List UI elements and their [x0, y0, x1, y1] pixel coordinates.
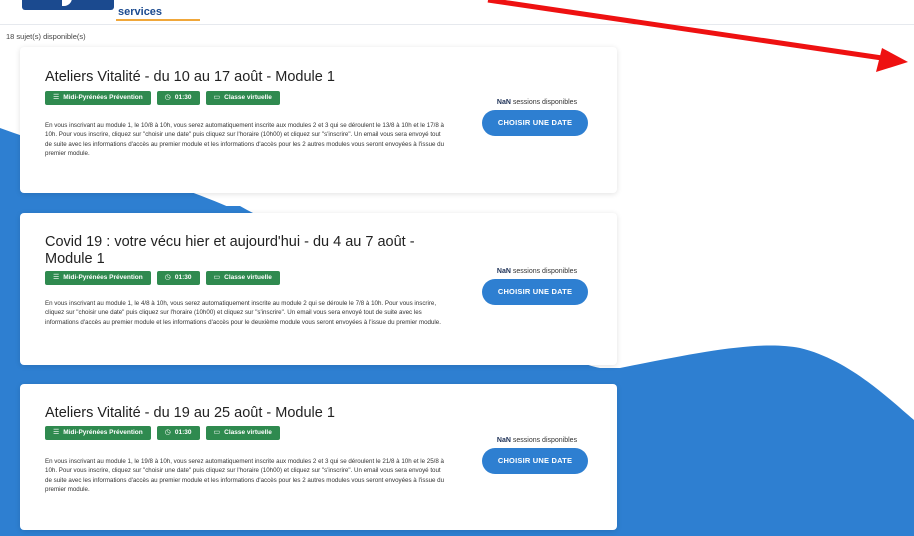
- subject-count: 18 sujet(s) disponible(s): [6, 32, 86, 41]
- clock-icon: ◷: [164, 429, 171, 436]
- choose-date-button[interactable]: CHOISIR UNE DATE: [482, 110, 588, 136]
- clock-icon: ◷: [164, 274, 171, 281]
- format-tag: ▭ Classe virtuelle: [205, 426, 280, 440]
- choose-date-button[interactable]: CHOISIR UNE DATE: [482, 279, 588, 305]
- course-description: En vous inscrivant au module 1, le 10/8 …: [45, 122, 445, 157]
- course-card: Covid 19 : votre vécu hier et aujourd'hu…: [20, 213, 617, 365]
- course-tags: ☰ Midi-Pyrénées Prévention ◷ 01:30 ▭ Classe…: [45, 91, 280, 105]
- clock-icon: ◷: [164, 94, 171, 101]
- format-tag: ▭ Classe virtuelle: [205, 91, 280, 105]
- course-card: Ateliers Vitalité - du 19 au 25 août - M…: [20, 384, 617, 530]
- duration-tag: ◷ 01:30: [156, 271, 200, 285]
- screen-icon: ▭: [213, 274, 221, 281]
- course-title: Covid 19 : votre vécu hier et aujourd'hu…: [45, 234, 415, 267]
- list-icon: ☰: [53, 94, 60, 101]
- logo-text[interactable]: services: [118, 6, 162, 18]
- logo-icon[interactable]: [22, 0, 114, 10]
- course-description: En vous inscrivant au module 1, le 19/8 …: [45, 458, 445, 493]
- sessions-available: NaN sessions disponibles: [496, 99, 578, 106]
- course-tags: ☰ Midi-Pyrénées Prévention ◷ 01:30 ▭ Classe…: [45, 271, 280, 285]
- duration-tag: ◷ 01:30: [156, 91, 200, 105]
- course-description: En vous inscrivant au module 1, le 4/8 à…: [45, 300, 441, 326]
- screen-icon: ▭: [213, 94, 221, 101]
- sessions-available: NaN sessions disponibles: [496, 437, 578, 444]
- organizer-tag: ☰ Midi-Pyrénées Prévention: [45, 271, 151, 285]
- list-icon: ☰: [53, 429, 60, 436]
- duration-tag: ◷ 01:30: [156, 426, 200, 440]
- logo-underline: [116, 19, 200, 21]
- course-tags: ☰ Midi-Pyrénées Prévention ◷ 01:30 ▭ Classe…: [45, 426, 280, 440]
- organizer-tag: ☰ Midi-Pyrénées Prévention: [45, 426, 151, 440]
- format-tag: ▭ Classe virtuelle: [205, 271, 280, 285]
- list-icon: ☰: [53, 274, 60, 281]
- course-title: Ateliers Vitalité - du 19 au 25 août - M…: [45, 405, 335, 421]
- sessions-available: NaN sessions disponibles: [496, 268, 578, 275]
- top-header: services: [0, 0, 914, 25]
- course-title: Ateliers Vitalité - du 10 au 17 août - M…: [45, 69, 335, 85]
- course-card: Ateliers Vitalité - du 10 au 17 août - M…: [20, 47, 617, 193]
- choose-date-button[interactable]: CHOISIR UNE DATE: [482, 448, 588, 474]
- organizer-tag: ☰ Midi-Pyrénées Prévention: [45, 91, 151, 105]
- screen-icon: ▭: [213, 429, 221, 436]
